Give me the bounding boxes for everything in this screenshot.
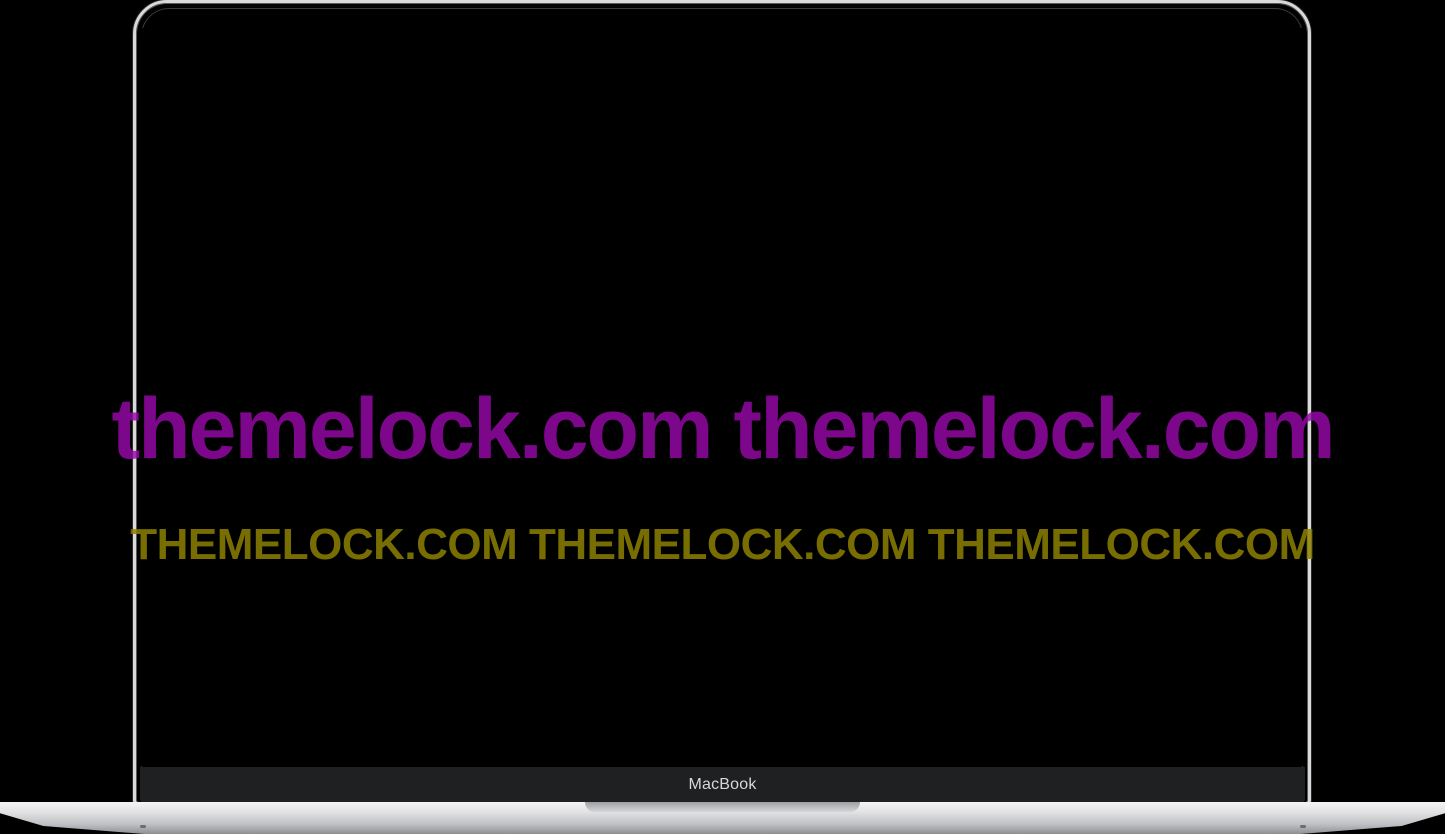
- laptop-foot-left: [140, 825, 146, 828]
- laptop-opening-notch: [585, 802, 860, 812]
- laptop-chin: MacBook: [140, 767, 1305, 803]
- device-brand-label: MacBook: [688, 776, 757, 793]
- laptop-screen: [141, 28, 1303, 766]
- laptop-foot-right: [1300, 825, 1306, 828]
- laptop-mockup: MacBook themelock.com themelock.com THEM…: [0, 0, 1445, 834]
